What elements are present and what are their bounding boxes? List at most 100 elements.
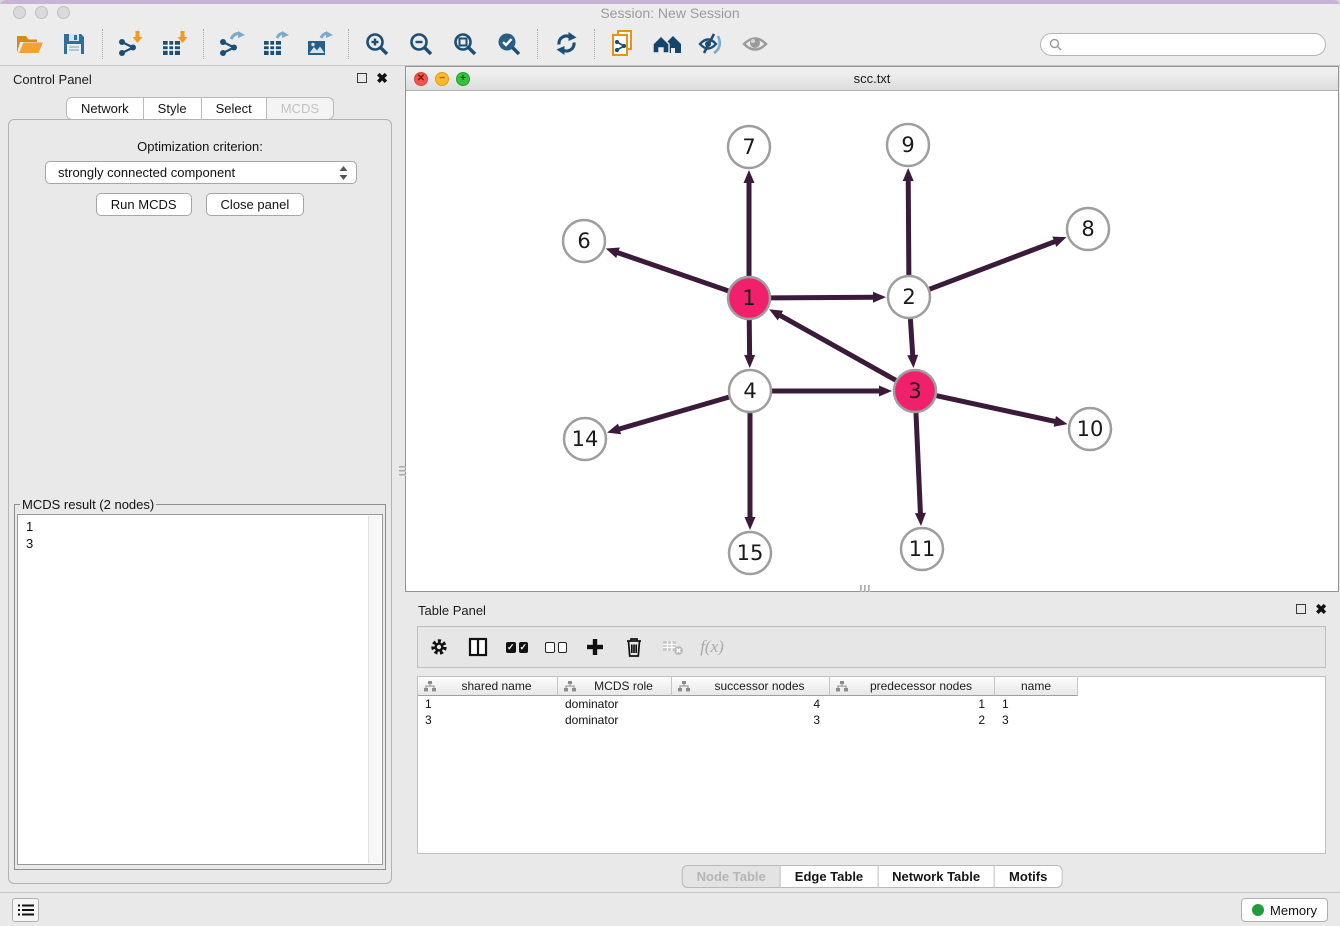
- zoom-selected-button[interactable]: [494, 28, 524, 60]
- open-folder-icon: [15, 32, 45, 56]
- graph-edge-3-10[interactable]: [936, 396, 1056, 422]
- window-titlebar: Session: New Session: [0, 4, 1340, 22]
- graph-node-label-15: 15: [737, 541, 764, 565]
- optimization-criterion-label: Optimization criterion:: [9, 139, 391, 154]
- checked-checkbox-icon: ✓: [519, 642, 529, 653]
- graph-node-label-9: 9: [901, 133, 914, 157]
- deselect-all-button[interactable]: [545, 635, 567, 659]
- network-window-titlebar[interactable]: ✕ − + scc.txt: [406, 67, 1338, 91]
- graph-edge-2-8[interactable]: [930, 241, 1057, 289]
- cell-predecessor-nodes[interactable]: 2: [830, 712, 995, 728]
- houses-icon: [652, 32, 682, 56]
- graph-edge-2-3[interactable]: [910, 319, 912, 357]
- close-panel-icon[interactable]: ✖: [1315, 603, 1327, 615]
- graph-node-label-6: 6: [577, 229, 590, 253]
- graph-edge-1-6[interactable]: [616, 252, 728, 291]
- select-all-button[interactable]: ✓ ✓: [506, 635, 528, 659]
- graph-edge-arrowhead: [744, 170, 755, 183]
- first-neighbors-button[interactable]: [652, 28, 682, 60]
- control-tab-select[interactable]: Select: [202, 97, 267, 120]
- network-canvas[interactable]: 7968124314101511: [406, 92, 1338, 591]
- column-header-mcds-role[interactable]: MCDS role: [558, 677, 672, 696]
- table-tab-edge-table[interactable]: Edge Table: [781, 865, 878, 888]
- search-input[interactable]: [1067, 37, 1317, 52]
- column-header-name[interactable]: name: [995, 677, 1078, 696]
- cell-name[interactable]: 1: [995, 696, 1078, 712]
- run-mcds-button[interactable]: Run MCDS: [96, 193, 192, 216]
- add-column-button[interactable]: [584, 635, 606, 659]
- mcds-result-area[interactable]: 1 3: [17, 514, 383, 865]
- cell-mcds-role[interactable]: dominator: [558, 712, 672, 728]
- hide-graphics-details-button[interactable]: [696, 28, 726, 60]
- toggle-column-button[interactable]: [467, 635, 489, 659]
- export-network-button[interactable]: [217, 28, 247, 60]
- cell-name[interactable]: 3: [995, 712, 1078, 728]
- table-tab-network-table[interactable]: Network Table: [878, 865, 995, 888]
- toolbar-separator: [203, 29, 204, 59]
- toolbar-separator: [102, 29, 103, 59]
- export-image-button[interactable]: [305, 28, 335, 60]
- control-tab-mcds[interactable]: MCDS: [267, 97, 334, 120]
- float-panel-icon[interactable]: [357, 73, 367, 83]
- save-icon: [62, 32, 86, 56]
- open-session-button[interactable]: [15, 28, 45, 60]
- optimization-criterion-select[interactable]: strongly connected component: [45, 161, 357, 184]
- column-header-shared-name[interactable]: shared name: [418, 677, 558, 696]
- close-panel-icon[interactable]: ✖: [376, 72, 388, 84]
- column-header-predecessor-nodes[interactable]: predecessor nodes: [830, 677, 995, 696]
- import-network-icon: [117, 31, 145, 57]
- table-tab-node-table[interactable]: Node Table: [682, 865, 781, 888]
- control-panel: Control Panel ✖ NetworkStyleSelectMCDS O…: [0, 66, 400, 888]
- export-table-button[interactable]: [261, 28, 291, 60]
- zoom-out-icon: [408, 31, 434, 57]
- cell-predecessor-nodes[interactable]: 1: [830, 696, 995, 712]
- cell-shared-name[interactable]: 1: [418, 696, 558, 712]
- delete-column-button[interactable]: [623, 635, 645, 659]
- table-row[interactable]: 1dominator411: [418, 696, 1325, 712]
- refresh-view-button[interactable]: [551, 28, 581, 60]
- panel-splitter-grip[interactable]: [857, 585, 873, 592]
- memory-button[interactable]: Memory: [1241, 898, 1328, 922]
- graph-node-label-11: 11: [909, 537, 936, 561]
- cell-successor-nodes[interactable]: 4: [672, 696, 830, 712]
- cell-successor-nodes[interactable]: 3: [672, 712, 830, 728]
- import-network-button[interactable]: [116, 28, 146, 60]
- graph-edge-4-14[interactable]: [618, 397, 729, 429]
- new-network-from-selection-button[interactable]: [608, 28, 638, 60]
- search-box[interactable]: [1040, 33, 1326, 56]
- optimization-criterion-value: strongly connected component: [58, 165, 334, 180]
- export-table-icon: [262, 31, 290, 57]
- graph-edge-arrowhead: [744, 355, 755, 368]
- graph-edge-2-9[interactable]: [908, 179, 909, 275]
- control-tab-style[interactable]: Style: [144, 97, 202, 120]
- export-image-icon: [306, 31, 334, 57]
- graph-edge-3-11[interactable]: [916, 413, 921, 515]
- cell-mcds-role[interactable]: dominator: [558, 696, 672, 712]
- table-settings-button[interactable]: [428, 635, 450, 659]
- close-panel-button[interactable]: Close panel: [206, 193, 305, 216]
- cell-shared-name[interactable]: 3: [418, 712, 558, 728]
- graph-edge-3-1[interactable]: [779, 315, 896, 381]
- save-session-button[interactable]: [59, 28, 89, 60]
- unchecked-checkbox-icon: [545, 642, 555, 653]
- memory-status-icon: [1252, 904, 1264, 916]
- panel-splitter-grip[interactable]: [399, 458, 406, 484]
- toolbar-separator: [348, 29, 349, 59]
- table-row[interactable]: 3dominator323: [418, 712, 1325, 728]
- graph-node-label-8: 8: [1081, 217, 1094, 241]
- import-table-button[interactable]: [160, 28, 190, 60]
- result-scrollbar[interactable]: [368, 516, 381, 863]
- float-panel-icon[interactable]: [1296, 604, 1306, 614]
- zoom-in-button[interactable]: [362, 28, 392, 60]
- zoom-out-button[interactable]: [406, 28, 436, 60]
- mcds-result-text: 1 3: [18, 515, 368, 864]
- delete-table-button-disabled: [662, 635, 684, 659]
- show-graphics-details-button[interactable]: [740, 28, 770, 60]
- table-tab-motifs[interactable]: Motifs: [995, 865, 1062, 888]
- column-header-successor-nodes[interactable]: successor nodes: [672, 677, 830, 696]
- task-history-button[interactable]: [12, 898, 39, 922]
- graph-edge-arrowhead: [879, 386, 892, 397]
- graph-edge-1-2[interactable]: [771, 297, 875, 298]
- control-tab-network[interactable]: Network: [66, 97, 144, 120]
- zoom-fit-button[interactable]: [450, 28, 480, 60]
